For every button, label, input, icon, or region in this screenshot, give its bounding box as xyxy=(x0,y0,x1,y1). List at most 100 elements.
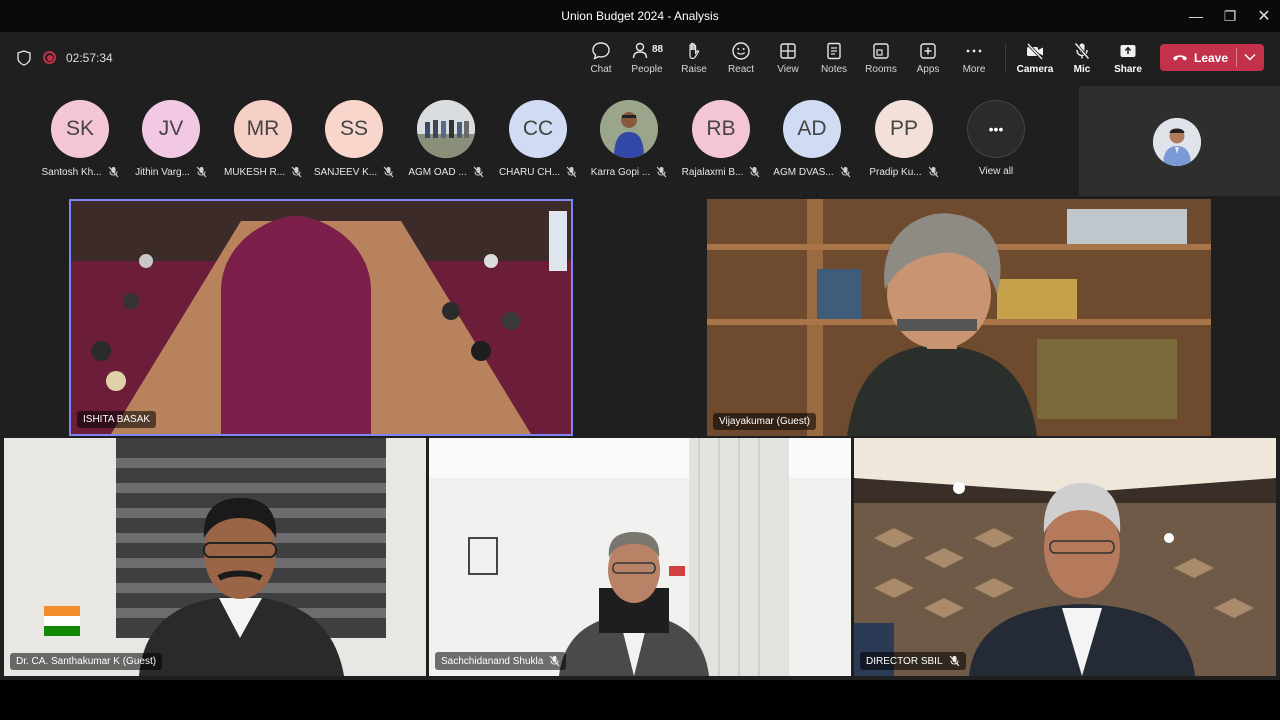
raise-hand-button[interactable]: Raise xyxy=(669,38,719,80)
breakout-rooms-icon xyxy=(873,43,889,59)
participant-5[interactable]: AGM OAD ... xyxy=(404,100,488,178)
hand-icon xyxy=(689,42,700,60)
video-tile-director-sbil[interactable]: DIRECTOR SBIL xyxy=(854,438,1276,676)
conference-room-video xyxy=(71,201,571,434)
participant-6[interactable]: CC CHARU CH... xyxy=(496,100,580,178)
participant-name: AGM OAD ... xyxy=(408,166,467,178)
guest-video xyxy=(4,438,426,676)
toolbar-separator xyxy=(1005,44,1006,72)
more-button[interactable]: More xyxy=(949,38,999,80)
tile-name: Sachchidanand Shukla xyxy=(441,655,544,667)
video-tile-guest-vijayakumar[interactable]: Vijayakumar (Guest) xyxy=(707,199,1211,436)
avatar: PP xyxy=(875,100,933,158)
participant-3[interactable]: MR MUKESH R... xyxy=(221,100,305,178)
mic-muted-icon xyxy=(108,166,118,178)
view-all-button[interactable]: ••• View all xyxy=(954,100,1038,177)
camera-button[interactable]: Camera xyxy=(1010,38,1060,80)
self-avatar xyxy=(1153,118,1201,166)
leave-button[interactable]: Leave xyxy=(1160,44,1264,71)
people-button[interactable]: 88 People xyxy=(622,38,672,80)
phone-hangup-icon xyxy=(1173,54,1187,61)
participant-nametag: Sachchidanand Shukla xyxy=(435,652,567,670)
participant-nametag: Vijayakumar (Guest) xyxy=(713,413,816,430)
tile-name: ISHITA BASAK xyxy=(83,414,151,425)
share-tray-icon xyxy=(1120,45,1136,57)
view-button[interactable]: View xyxy=(763,38,813,80)
avatar: JV xyxy=(142,100,200,158)
tile-name: DIRECTOR SBIL xyxy=(866,655,943,667)
participant-name: Rajalaxmi B... xyxy=(681,166,744,178)
notes-button[interactable]: Notes xyxy=(809,38,859,80)
participant-name: Pradip Ku... xyxy=(869,166,922,178)
apps-plus-icon xyxy=(920,43,936,59)
smiley-icon xyxy=(732,42,750,60)
video-tile-guest-santhakumar[interactable]: Dr. CA. Santhakumar K (Guest) xyxy=(4,438,426,676)
participant-7[interactable]: Karra Gopi ... xyxy=(587,100,671,178)
mic-muted-icon xyxy=(196,166,207,178)
guest-video xyxy=(707,199,1211,436)
people-count: 88 xyxy=(652,44,664,55)
self-view[interactable] xyxy=(1079,86,1280,196)
group-photo-icon xyxy=(417,100,475,158)
participant-name: Karra Gopi ... xyxy=(590,166,651,178)
mic-label: Mic xyxy=(1073,64,1091,75)
window-titlebar: Union Budget 2024 - Analysis — ❐ ✕ xyxy=(0,0,1280,32)
participant-1[interactable]: SK Santosh Kh... xyxy=(38,100,122,178)
more-dots-icon xyxy=(966,49,982,53)
mic-muted-icon xyxy=(549,655,560,667)
minimize-button[interactable]: — xyxy=(1178,0,1214,32)
mic-muted-icon xyxy=(291,166,302,178)
participant-10[interactable]: PP Pradip Ku... xyxy=(862,100,946,178)
mic-muted-icon xyxy=(840,166,851,178)
chat-label: Chat xyxy=(590,64,612,75)
video-tile-sachchidanand-shukla[interactable]: Sachchidanand Shukla xyxy=(429,438,851,676)
video-tile-conference-room[interactable]: ISHITA BASAK xyxy=(69,199,573,436)
avatar: RB xyxy=(692,100,750,158)
apps-label: Apps xyxy=(916,64,940,75)
person-photo-icon xyxy=(600,100,658,158)
mic-muted-icon xyxy=(566,166,577,178)
person-photo-icon xyxy=(1153,118,1201,166)
view-label: View xyxy=(777,64,799,75)
camera-off-icon xyxy=(1026,42,1044,61)
participant-nametag: ISHITA BASAK xyxy=(77,411,157,428)
raise-label: Raise xyxy=(681,64,707,75)
camera-label: Camera xyxy=(1016,64,1054,75)
apps-button[interactable]: Apps xyxy=(903,38,953,80)
close-window-button[interactable]: ✕ xyxy=(1246,0,1280,32)
participant-video xyxy=(429,438,851,676)
participant-name: MUKESH R... xyxy=(223,166,286,178)
tile-name: Dr. CA. Santhakumar K (Guest) xyxy=(16,656,157,667)
participant-name: AGM DVAS... xyxy=(773,166,834,178)
people-label: People xyxy=(631,64,663,75)
chat-button[interactable]: Chat xyxy=(576,38,626,80)
avatar: MR xyxy=(234,100,292,158)
react-button[interactable]: React xyxy=(716,38,766,80)
rooms-button[interactable]: Rooms xyxy=(856,38,906,80)
avatar: SS xyxy=(325,100,383,158)
avatar: SK xyxy=(51,100,109,158)
participant-nametag: DIRECTOR SBIL xyxy=(860,652,966,670)
participant-name: Jithin Varg... xyxy=(135,166,190,178)
participant-8[interactable]: RB Rajalaxmi B... xyxy=(679,100,763,178)
mic-button[interactable]: Mic xyxy=(1057,38,1107,80)
recording-icon xyxy=(43,51,56,64)
participant-2[interactable]: JV Jithin Varg... xyxy=(129,100,213,178)
participant-9[interactable]: AD AGM DVAS... xyxy=(770,100,854,178)
notes-label: Notes xyxy=(820,64,848,75)
rooms-label: Rooms xyxy=(865,64,897,75)
more-dots-icon: ••• xyxy=(967,100,1025,158)
participant-4[interactable]: SS SANJEEV K... xyxy=(312,100,396,178)
window-title: Union Budget 2024 - Analysis xyxy=(561,9,719,23)
mic-muted-icon xyxy=(749,166,760,178)
participant-name: CHARU CH... xyxy=(498,166,561,178)
participant-name: Santosh Kh... xyxy=(41,166,102,178)
view-all-label: View all xyxy=(978,166,1014,177)
share-button[interactable]: Share xyxy=(1103,38,1153,80)
mic-muted-icon xyxy=(928,166,939,178)
maximize-button[interactable]: ❐ xyxy=(1212,0,1248,32)
participant-video xyxy=(854,438,1276,676)
chevron-down-icon[interactable] xyxy=(1242,50,1258,64)
chat-icon xyxy=(592,42,610,60)
mic-off-icon xyxy=(1074,42,1090,60)
